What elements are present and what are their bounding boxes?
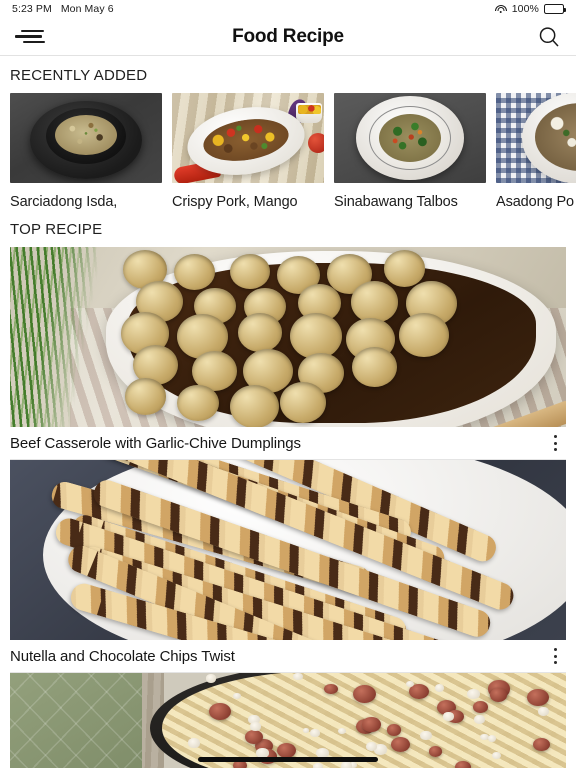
home-indicator: [198, 757, 378, 762]
kebab-menu-icon[interactable]: [544, 430, 566, 456]
list-item[interactable]: [0, 673, 576, 768]
status-bar-right: 100%: [494, 3, 566, 15]
list-item[interactable]: Sarciadong Isda,: [10, 93, 162, 210]
recipe-hero-image[interactable]: [10, 247, 566, 427]
hamburger-menu-icon[interactable]: [14, 25, 48, 49]
list-item[interactable]: Beef Casserole with Garlic-Chive Dumplin…: [0, 247, 576, 460]
kebab-menu-icon[interactable]: [544, 643, 566, 669]
recently-added-list[interactable]: Sarciadong Isda, Crispy Pork, Mango Sina…: [0, 93, 576, 210]
battery-percent-label: 100%: [511, 3, 539, 15]
status-date: Mon May 6: [60, 3, 114, 15]
recipe-title-row: Nutella and Chocolate Chips Twist: [10, 640, 566, 673]
recipe-hero-image[interactable]: [10, 460, 566, 640]
recipe-card-title: Crispy Pork, Mango: [172, 194, 298, 210]
recipe-title: Nutella and Chocolate Chips Twist: [10, 647, 235, 665]
top-recipe-heading: TOP RECIPE: [10, 221, 103, 238]
list-item[interactable]: Asadong Po: [496, 93, 576, 210]
recipe-thumbnail-image[interactable]: [334, 93, 486, 183]
recipe-card-title: Sinabawang Talbos: [334, 194, 458, 210]
search-icon[interactable]: [536, 24, 562, 50]
list-item[interactable]: Crispy Pork, Mango: [172, 93, 324, 210]
recently-added-heading: RECENTLY ADDED: [10, 67, 148, 84]
list-item[interactable]: Nutella and Chocolate Chips Twist: [0, 460, 576, 673]
recipe-thumbnail-image[interactable]: [496, 93, 576, 183]
recipe-title: Beef Casserole with Garlic-Chive Dumplin…: [10, 434, 301, 452]
status-time: 5:23 PM: [12, 3, 52, 15]
status-bar: 5:23 PM Mon May 6 100%: [0, 0, 576, 18]
recipe-title-row: Beef Casserole with Garlic-Chive Dumplin…: [10, 427, 566, 460]
status-bar-left: 5:23 PM Mon May 6: [12, 3, 114, 15]
battery-full-icon: [544, 4, 566, 14]
recipe-card-title: Sarciadong Isda,: [10, 194, 118, 210]
wifi-icon: [494, 4, 507, 14]
recipe-thumbnail-image[interactable]: [172, 93, 324, 183]
page-title: Food Recipe: [232, 25, 344, 47]
list-item[interactable]: Sinabawang Talbos: [334, 93, 486, 210]
recipe-hero-image[interactable]: [10, 673, 566, 768]
recipe-thumbnail-image[interactable]: [10, 93, 162, 183]
recipe-card-title: Asadong Po: [496, 194, 575, 210]
navigation-bar: Food Recipe: [0, 18, 576, 56]
